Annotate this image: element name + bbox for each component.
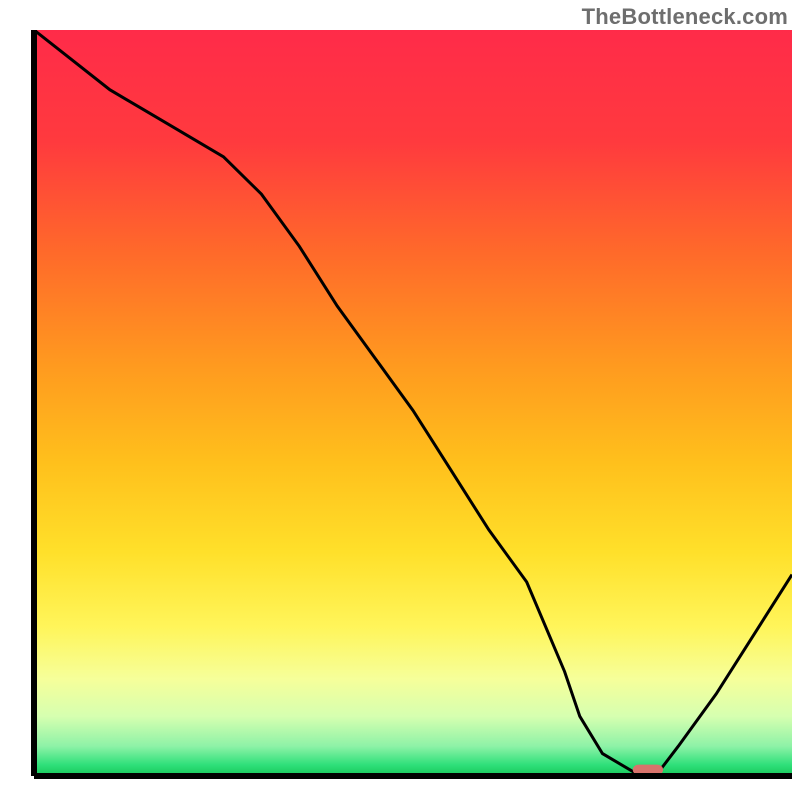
heatmap-background: [34, 30, 792, 776]
bottleneck-chart: [0, 0, 800, 800]
watermark-text: TheBottleneck.com: [582, 4, 788, 30]
